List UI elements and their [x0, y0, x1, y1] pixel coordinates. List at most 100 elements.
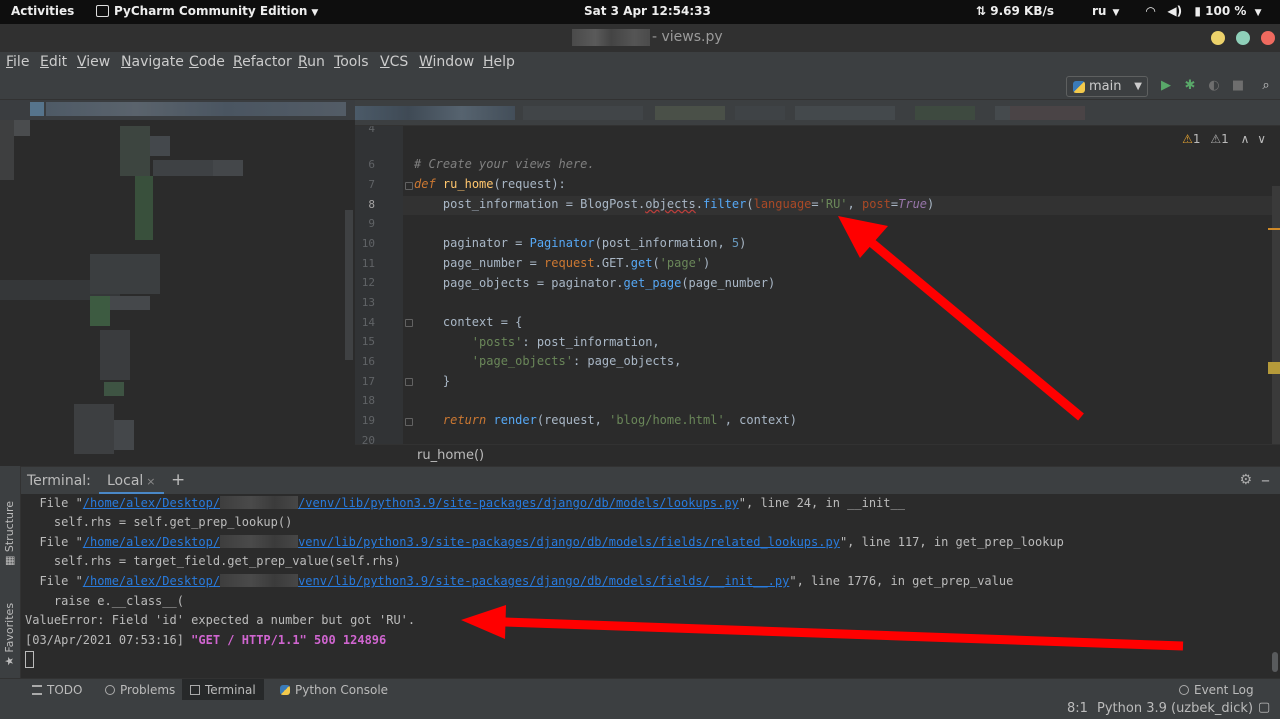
weak-warning-count: 1	[1221, 132, 1229, 146]
python-interpreter[interactable]: Python 3.9 (uzbek_dick)	[1097, 701, 1253, 716]
parameter: request	[500, 177, 552, 191]
chevron-down-icon: ▼	[311, 8, 319, 18]
file-link[interactable]: /venv/lib/python3.9/site-packages/django…	[298, 496, 739, 510]
terminal-text: raise e.__class__(	[25, 594, 184, 608]
run-configuration-name: main	[1089, 79, 1122, 94]
menu-help[interactable]: Help	[483, 54, 515, 70]
menu-run[interactable]: Run	[298, 54, 325, 70]
todo-tool-button[interactable]: TODO	[24, 679, 90, 701]
terminal-tool-button[interactable]: Terminal	[182, 679, 264, 701]
file-link[interactable]: venv/lib/python3.9/site-packages/django/…	[298, 574, 789, 588]
terminal-output[interactable]: File "/home/alex/Desktop//venv/lib/pytho…	[21, 494, 1280, 678]
fold-icon[interactable]	[405, 182, 413, 190]
editor-scrollbar[interactable]	[1272, 186, 1280, 444]
terminal-scrollbar[interactable]	[1272, 652, 1278, 672]
clock[interactable]: Sat 3 Apr 12:54:33	[584, 4, 711, 18]
string-literal: 'posts'	[471, 335, 523, 349]
close-button[interactable]	[1261, 31, 1275, 45]
debug-icon[interactable]: ✱	[1182, 78, 1198, 94]
menu-view[interactable]: View	[77, 54, 110, 70]
code-token: post_information = BlogPost.	[414, 197, 646, 211]
line-number: 7	[368, 178, 375, 191]
warning-count: 1	[1192, 132, 1201, 146]
menu-refactor[interactable]: Refactor	[233, 54, 292, 70]
file-link[interactable]: /home/alex/Desktop/	[83, 574, 220, 588]
problems-label: Problems	[120, 683, 176, 697]
fold-icon[interactable]	[405, 319, 413, 327]
breadcrumb-item[interactable]: ru_home()	[417, 448, 484, 463]
line-number: 14	[361, 316, 375, 329]
python-console-tool-button[interactable]: Python Console	[272, 679, 396, 701]
function-call: render	[493, 413, 537, 427]
line-number: 11	[361, 257, 375, 270]
menu-code[interactable]: Code	[189, 54, 225, 70]
menu-navigate[interactable]: Navigate	[121, 54, 184, 70]
file-link[interactable]: venv/lib/python3.9/site-packages/django/…	[298, 535, 840, 549]
maximize-button[interactable]	[1236, 31, 1250, 45]
new-terminal-tab-button[interactable]: +	[171, 470, 185, 490]
activities-button[interactable]: Activities	[11, 4, 74, 18]
line-number: 9	[368, 217, 375, 230]
tool-window-bar: TODO Problems Terminal Python Console Ev…	[0, 678, 1280, 701]
editor-tabs-blurred	[355, 100, 1280, 126]
caret-position[interactable]: 8:1	[1067, 701, 1088, 716]
file-link[interactable]: /home/alex/Desktop/	[83, 496, 220, 510]
code-line: paginator = Paginator(post_information, …	[414, 236, 746, 250]
minimize-button[interactable]	[1211, 31, 1225, 45]
run-icon[interactable]: ▶	[1158, 78, 1174, 94]
terminal-line: self.rhs = target_field.get_prep_value(s…	[25, 554, 401, 568]
code-token: context = {	[414, 315, 523, 329]
keyboard-layout[interactable]: ru ▼	[1092, 4, 1119, 18]
network-speed[interactable]: ⇅ 9.69 KB/s	[976, 4, 1054, 18]
chevron-down-icon[interactable]: ∨	[1257, 132, 1266, 146]
coverage-icon[interactable]: ◐	[1206, 78, 1222, 94]
hide-panel-icon[interactable]: –	[1261, 470, 1270, 491]
code-token: =	[811, 197, 819, 211]
terminal-tab-local[interactable]: Local ×	[99, 467, 164, 495]
file-link[interactable]: /home/alex/Desktop/	[83, 535, 220, 549]
terminal-error-text: ValueError: Field 'id' expected a number…	[25, 613, 416, 627]
lock-icon[interactable]: ▢	[1258, 700, 1270, 715]
event-log-tool-button[interactable]: Event Log	[1171, 679, 1262, 701]
project-panel-blurred	[0, 100, 355, 466]
menu-tools[interactable]: Tools	[334, 54, 369, 70]
editor-breadcrumb[interactable]: ru_home()	[355, 444, 1280, 466]
menu-edit[interactable]: Edit	[40, 54, 67, 70]
warning-stripe-marker[interactable]	[1268, 362, 1280, 374]
favorites-tab[interactable]: ★ Favorites	[3, 603, 16, 666]
code-editor[interactable]: ⚠1 ⚠1 ∧ ∨ 4 6 7 8 9 10 11 12 13 14 15 16…	[355, 126, 1280, 444]
inspection-widget[interactable]: ⚠1 ⚠1 ∧ ∨	[1182, 132, 1266, 146]
terminal-text: File "	[25, 496, 83, 510]
gear-icon[interactable]: ⚙	[1239, 472, 1252, 488]
stop-icon[interactable]: ■	[1230, 78, 1246, 94]
close-tab-icon[interactable]: ×	[146, 475, 155, 488]
fold-icon[interactable]	[405, 378, 413, 386]
blurred-project-name	[572, 29, 650, 46]
code-line: 'page_objects': page_objects,	[414, 354, 682, 368]
run-configuration-selector[interactable]: main ▼	[1066, 76, 1148, 97]
terminal-text: File "	[25, 574, 83, 588]
code-token: )	[703, 256, 711, 270]
error-stripe-marker[interactable]	[1268, 228, 1280, 230]
method-call: filter	[703, 197, 747, 211]
problems-tool-button[interactable]: Problems	[97, 679, 183, 701]
fold-icon[interactable]	[405, 418, 413, 426]
code-token: (page_number)	[681, 276, 776, 290]
http-request-log: "GET / HTTP/1.1" 500 124896	[191, 633, 387, 647]
menu-window[interactable]: Window	[419, 54, 474, 70]
menu-vcs[interactable]: VCS	[380, 54, 408, 70]
code-line: post_information = BlogPost.objects.filt…	[414, 197, 934, 211]
terminal-title: Terminal:	[27, 473, 91, 489]
search-icon[interactable]: ⌕	[1258, 78, 1274, 94]
system-tray[interactable]: ◠ ◀) ▮ 100 % ▼	[1146, 4, 1261, 18]
chevron-down-icon: ▼	[1254, 8, 1262, 18]
chevron-up-icon[interactable]: ∧	[1241, 132, 1250, 146]
parameter-ref: request	[544, 256, 595, 270]
network-speed-value: 9.69 KB/s	[990, 4, 1054, 18]
app-menu[interactable]: PyCharm Community Edition ▼	[96, 4, 318, 18]
problems-icon	[105, 685, 115, 695]
terminal-line: File "/home/alex/Desktop/venv/lib/python…	[25, 574, 1013, 588]
menu-file[interactable]: File	[6, 54, 29, 70]
structure-tab[interactable]: ▦ Structure	[3, 501, 16, 566]
code-token: (	[746, 197, 754, 211]
